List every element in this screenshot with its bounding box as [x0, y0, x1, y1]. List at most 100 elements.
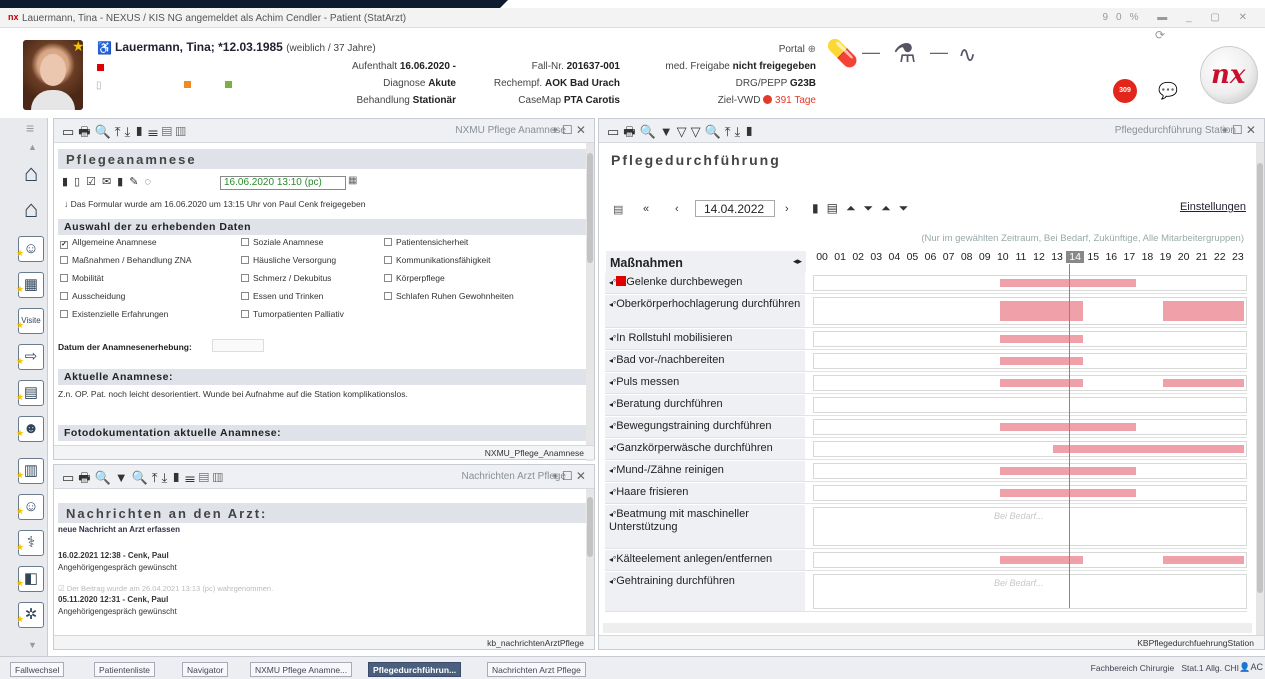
messages-toolbar-icons[interactable]: ▭🖶🔍▼🔍⤒⤓▮☰▤▥ — [62, 469, 227, 491]
pflege-scrollbar[interactable] — [1256, 143, 1264, 635]
checkbox-2[interactable]: Patientensicherheit — [384, 237, 468, 247]
row-label[interactable]: ◂°Bad vor-/nachbereiten — [605, 351, 805, 371]
checkbox-13[interactable]: Tumorpatienten Palliativ — [241, 309, 344, 319]
settings-link[interactable]: Einstellungen — [1180, 201, 1246, 213]
row-label[interactable]: ◂°Beratung durchführen — [605, 395, 805, 415]
pflege-row[interactable]: ◂°Oberkörperhochlagerung durchführen — [605, 295, 1247, 328]
checkbox-7[interactable]: Schmerz / Dekubitus — [241, 273, 331, 283]
new-message-link[interactable]: neue Nachricht an Arzt erfassen — [58, 525, 180, 534]
home-outline-icon[interactable]: ⌂ — [18, 198, 44, 224]
row-label[interactable]: ◂°Puls messen — [605, 373, 805, 393]
pflege-row[interactable]: ◂°In Rollstuhl mobilisieren — [605, 329, 1247, 350]
row-timeline[interactable] — [813, 375, 1247, 391]
view-options-icons[interactable]: ▮▤⏶⏷⏶⏷ — [812, 201, 916, 216]
user-icon[interactable]: ☻ ★ — [16, 416, 44, 442]
taskbar-item[interactable]: NXMU Pflege Anamne... — [250, 662, 353, 677]
calendar-picker-icon[interactable]: ▦ — [348, 175, 357, 186]
checkbox-8[interactable]: Körperpflege — [384, 273, 445, 283]
pflege-row[interactable]: ◂°Beatmung mit maschineller Unterstützun… — [605, 505, 1247, 549]
row-label[interactable]: ◂°Mund-/Zähne reinigen — [605, 461, 805, 481]
pflege-row[interactable]: ◂°Beratung durchführen — [605, 395, 1247, 416]
visite-icon[interactable]: Visite ★ — [16, 308, 44, 334]
pflege-row[interactable]: ◂°Mund-/Zähne reinigen — [605, 461, 1247, 482]
checkbox-3[interactable]: Maßnahmen / Behandlung ZNA — [60, 255, 192, 265]
clipboard-icon[interactable]: ▤ ★ — [16, 380, 44, 406]
row-timeline[interactable]: Bei Bedarf... — [813, 574, 1247, 609]
panel-window-controls[interactable]: + ☐ ✕ — [552, 123, 587, 137]
checkbox-4[interactable]: Häusliche Versorgung — [241, 255, 336, 265]
form-icon[interactable]: ▥ ★ — [16, 458, 44, 484]
task-bar[interactable] — [1052, 445, 1245, 453]
task-bar[interactable] — [1000, 301, 1084, 321]
row-label[interactable]: ◂° Gelenke durchbewegen — [605, 273, 805, 293]
dashboard-icon[interactable]: ◧ ★ — [16, 566, 44, 592]
pflege-date-field[interactable]: 14.04.2022 — [695, 200, 775, 217]
row-timeline[interactable] — [813, 353, 1247, 369]
anamnese-toolbar-icons[interactable]: ▭🖶🔍⤒⤓▮☰▤▥ — [62, 123, 190, 145]
anamnese-date-input[interactable] — [212, 339, 264, 352]
task-bar[interactable] — [1000, 379, 1084, 387]
anamnese-date-field[interactable]: 16.06.2020 13:10 (pc) — [220, 176, 346, 190]
message-head[interactable]: 05.11.2020 12:31 - Cenk, Paul — [58, 595, 168, 604]
row-timeline[interactable] — [813, 297, 1247, 325]
row-label[interactable]: ◂°Bewegungstraining durchführen — [605, 417, 805, 437]
favorite-star-icon[interactable]: ★ — [72, 38, 85, 55]
lab-flask-icon[interactable]: ⚗ — [893, 38, 916, 69]
row-label[interactable]: ◂°Kälteelement anlegen/entfernen — [605, 550, 805, 570]
messages-scrollbar[interactable] — [586, 489, 594, 637]
first-day-icon[interactable]: « — [643, 203, 649, 215]
pflege-row[interactable]: ◂° Gelenke durchbewegen — [605, 273, 1247, 294]
row-timeline[interactable] — [813, 419, 1247, 435]
medication-icon[interactable]: 💊 — [826, 38, 858, 69]
chat-icon[interactable]: 💬 — [1158, 81, 1178, 101]
checkbox-10[interactable]: Essen und Trinken — [241, 291, 323, 301]
form-actions-icons[interactable]: ▮▯☑✉▮✎◌ — [62, 175, 157, 188]
row-timeline[interactable] — [813, 552, 1247, 568]
messages-window-controls[interactable]: + ☐ ✕ — [552, 469, 587, 483]
checkbox-6[interactable]: Mobilität — [60, 273, 104, 283]
row-label[interactable]: ◂°Beatmung mit maschineller Unterstützun… — [605, 505, 805, 548]
pflege-toolbar-icons[interactable]: ▭🖶🔍▼▽▽🔍⤒⤓▮ — [607, 123, 758, 145]
notification-badge[interactable]: 309 — [1113, 79, 1137, 103]
pflege-row[interactable]: ◂°Ganzkörperwäsche durchführen — [605, 439, 1247, 460]
pflege-window-controls[interactable]: + ☐ ✕ — [1222, 123, 1257, 137]
checkbox-5[interactable]: Kommunikationsfähigkeit — [384, 255, 491, 265]
refresh-icon[interactable]: ⟳ — [1155, 28, 1165, 42]
doctor-icon[interactable]: ⚕ ★ — [16, 530, 44, 556]
taskbar-item[interactable]: Patientenliste — [94, 662, 156, 677]
pflege-row[interactable]: ◂°Bad vor-/nachbereiten — [605, 351, 1247, 372]
row-timeline[interactable] — [813, 441, 1247, 457]
pflege-row[interactable]: ◂°Haare frisieren — [605, 483, 1247, 504]
patient-add-icon[interactable]: ☺ ★ — [16, 236, 44, 262]
checkbox-0[interactable]: ✓ Allgemeine Anamnese — [60, 237, 157, 249]
checkbox-9[interactable]: Ausscheidung — [60, 291, 125, 301]
taskbar-item[interactable]: Pflegedurchführun... — [368, 662, 462, 677]
vital-signs-icon[interactable]: ∿ — [958, 42, 976, 68]
row-timeline[interactable] — [813, 331, 1247, 347]
menu-icon[interactable]: ≡ — [26, 120, 34, 136]
team-icon[interactable]: ☺ ★ — [16, 494, 44, 520]
task-bar[interactable] — [1163, 556, 1245, 564]
task-bar[interactable] — [1163, 301, 1245, 321]
pflege-row[interactable]: ◂°Puls messen — [605, 373, 1247, 394]
row-label[interactable]: ◂°Oberkörperhochlagerung durchführen — [605, 295, 805, 327]
row-label[interactable]: ◂°Haare frisieren — [605, 483, 805, 503]
list-icon[interactable]: ▤ — [613, 203, 623, 216]
pflege-hscrollbar[interactable] — [603, 623, 1252, 633]
row-label[interactable]: ◂°In Rollstuhl mobilisieren — [605, 329, 805, 349]
settings-gear-icon[interactable]: ✲ ★ — [16, 602, 44, 628]
pflege-row[interactable]: ◂°Gehtraining durchführen Bei Bedarf... — [605, 572, 1247, 612]
checkbox-12[interactable]: Existenzielle Erfahrungen — [60, 309, 168, 319]
checkbox-11[interactable]: Schlafen Ruhen Gewohnheiten — [384, 291, 514, 301]
pflege-row[interactable]: ◂°Kälteelement anlegen/entfernen — [605, 550, 1247, 571]
taskbar-item[interactable]: Nachrichten Arzt Pflege — [487, 662, 586, 677]
home-icon[interactable]: ⌂ — [18, 162, 44, 188]
taskbar-item[interactable]: Navigator — [182, 662, 229, 677]
row-label[interactable]: ◂°Ganzkörperwäsche durchführen — [605, 439, 805, 459]
scroll-down-icon[interactable]: ▼ — [28, 640, 37, 650]
window-controls[interactable]: 90% ▬ _ ▢ ✕ — [1102, 12, 1255, 23]
row-timeline[interactable]: Bei Bedarf... — [813, 507, 1247, 546]
task-bar[interactable] — [1000, 357, 1084, 365]
message-head[interactable]: 16.02.2021 12:38 - Cenk, Paul — [58, 551, 169, 560]
anamnese-scrollbar[interactable] — [586, 143, 594, 461]
